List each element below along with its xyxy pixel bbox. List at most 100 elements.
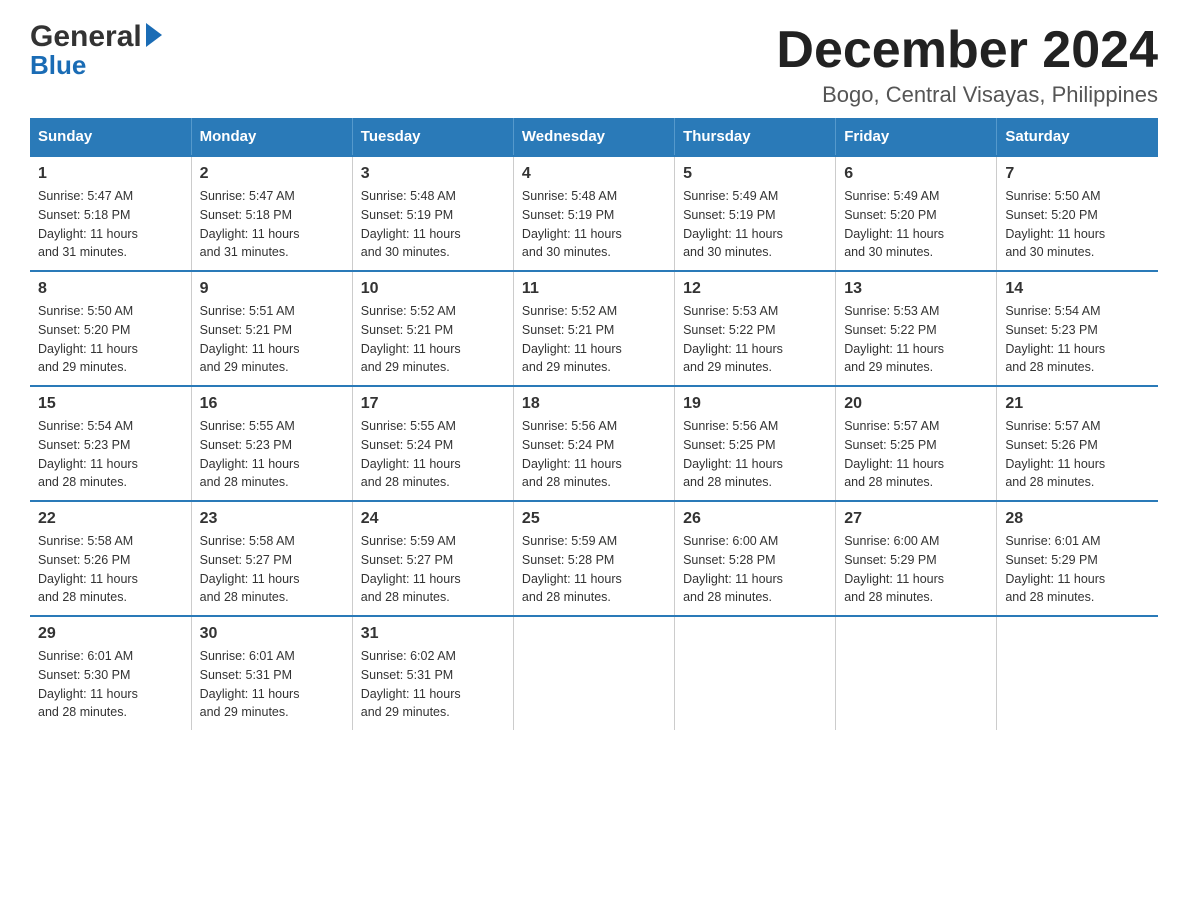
calendar-cell: 16 Sunrise: 5:55 AMSunset: 5:23 PMDayligh… [191, 386, 352, 501]
day-number: 8 [38, 280, 183, 298]
day-info: Sunrise: 5:53 AMSunset: 5:22 PMDaylight:… [683, 302, 827, 377]
page-title: December 2024 [776, 20, 1158, 80]
day-info: Sunrise: 5:50 AMSunset: 5:20 PMDaylight:… [38, 302, 183, 377]
day-number: 2 [200, 165, 344, 183]
calendar-cell: 23 Sunrise: 5:58 AMSunset: 5:27 PMDayligh… [191, 501, 352, 616]
day-info: Sunrise: 5:50 AMSunset: 5:20 PMDaylight:… [1005, 187, 1150, 262]
day-info: Sunrise: 5:56 AMSunset: 5:24 PMDaylight:… [522, 417, 666, 492]
day-number: 1 [38, 165, 183, 183]
calendar-cell [997, 616, 1158, 730]
day-info: Sunrise: 6:01 AMSunset: 5:30 PMDaylight:… [38, 647, 183, 722]
day-number: 10 [361, 280, 505, 298]
calendar-cell: 22 Sunrise: 5:58 AMSunset: 5:26 PMDayligh… [30, 501, 191, 616]
day-number: 31 [361, 625, 505, 643]
calendar-week-row: 22 Sunrise: 5:58 AMSunset: 5:26 PMDayligh… [30, 501, 1158, 616]
calendar-cell: 14 Sunrise: 5:54 AMSunset: 5:23 PMDayligh… [997, 271, 1158, 386]
day-info: Sunrise: 5:52 AMSunset: 5:21 PMDaylight:… [522, 302, 666, 377]
day-info: Sunrise: 5:49 AMSunset: 5:19 PMDaylight:… [683, 187, 827, 262]
day-info: Sunrise: 5:58 AMSunset: 5:27 PMDaylight:… [200, 532, 344, 607]
day-info: Sunrise: 5:53 AMSunset: 5:22 PMDaylight:… [844, 302, 988, 377]
day-info: Sunrise: 5:58 AMSunset: 5:26 PMDaylight:… [38, 532, 183, 607]
day-info: Sunrise: 6:00 AMSunset: 5:29 PMDaylight:… [844, 532, 988, 607]
day-number: 28 [1005, 510, 1150, 528]
calendar-cell: 8 Sunrise: 5:50 AMSunset: 5:20 PMDaylight… [30, 271, 191, 386]
day-info: Sunrise: 5:55 AMSunset: 5:24 PMDaylight:… [361, 417, 505, 492]
calendar-cell: 7Sunrise: 5:50 AMSunset: 5:20 PMDaylight… [997, 156, 1158, 271]
calendar-cell: 27 Sunrise: 6:00 AMSunset: 5:29 PMDayligh… [836, 501, 997, 616]
logo: General Blue [30, 20, 162, 81]
calendar-cell: 24Sunrise: 5:59 AMSunset: 5:27 PMDayligh… [352, 501, 513, 616]
calendar-cell: 28 Sunrise: 6:01 AMSunset: 5:29 PMDayligh… [997, 501, 1158, 616]
header-thursday: Thursday [675, 118, 836, 156]
day-info: Sunrise: 5:47 AMSunset: 5:18 PMDaylight:… [38, 187, 183, 262]
calendar-cell: 29Sunrise: 6:01 AMSunset: 5:30 PMDayligh… [30, 616, 191, 730]
calendar-cell: 13 Sunrise: 5:53 AMSunset: 5:22 PMDayligh… [836, 271, 997, 386]
day-number: 20 [844, 395, 988, 413]
calendar-cell: 6Sunrise: 5:49 AMSunset: 5:20 PMDaylight… [836, 156, 997, 271]
calendar-cell: 30Sunrise: 6:01 AMSunset: 5:31 PMDayligh… [191, 616, 352, 730]
day-info: Sunrise: 5:54 AMSunset: 5:23 PMDaylight:… [1005, 302, 1150, 377]
day-info: Sunrise: 5:59 AMSunset: 5:27 PMDaylight:… [361, 532, 505, 607]
day-number: 3 [361, 165, 505, 183]
day-info: Sunrise: 5:51 AMSunset: 5:21 PMDaylight:… [200, 302, 344, 377]
day-number: 9 [200, 280, 344, 298]
calendar-cell: 25Sunrise: 5:59 AMSunset: 5:28 PMDayligh… [513, 501, 674, 616]
day-number: 18 [522, 395, 666, 413]
calendar-cell [836, 616, 997, 730]
day-info: Sunrise: 5:54 AMSunset: 5:23 PMDaylight:… [38, 417, 183, 492]
day-number: 14 [1005, 280, 1150, 298]
calendar-cell [675, 616, 836, 730]
day-number: 12 [683, 280, 827, 298]
day-number: 21 [1005, 395, 1150, 413]
title-section: December 2024 Bogo, Central Visayas, Phi… [776, 20, 1158, 108]
calendar-cell: 5 Sunrise: 5:49 AMSunset: 5:19 PMDaylight… [675, 156, 836, 271]
calendar-cell: 26 Sunrise: 6:00 AMSunset: 5:28 PMDayligh… [675, 501, 836, 616]
day-info: Sunrise: 5:49 AMSunset: 5:20 PMDaylight:… [844, 187, 988, 262]
header-saturday: Saturday [997, 118, 1158, 156]
day-info: Sunrise: 5:52 AMSunset: 5:21 PMDaylight:… [361, 302, 505, 377]
day-number: 11 [522, 280, 666, 298]
logo-general: General [30, 20, 142, 54]
calendar-week-row: 8 Sunrise: 5:50 AMSunset: 5:20 PMDaylight… [30, 271, 1158, 386]
day-info: Sunrise: 5:56 AMSunset: 5:25 PMDaylight:… [683, 417, 827, 492]
header-tuesday: Tuesday [352, 118, 513, 156]
logo-arrow-icon [146, 23, 162, 47]
day-number: 13 [844, 280, 988, 298]
calendar-cell: 17 Sunrise: 5:55 AMSunset: 5:24 PMDayligh… [352, 386, 513, 501]
day-info: Sunrise: 6:00 AMSunset: 5:28 PMDaylight:… [683, 532, 827, 607]
calendar-cell: 3 Sunrise: 5:48 AMSunset: 5:19 PMDaylight… [352, 156, 513, 271]
calendar-table: SundayMondayTuesdayWednesdayThursdayFrid… [30, 118, 1158, 730]
day-info: Sunrise: 5:48 AMSunset: 5:19 PMDaylight:… [361, 187, 505, 262]
day-number: 26 [683, 510, 827, 528]
day-number: 17 [361, 395, 505, 413]
day-number: 22 [38, 510, 183, 528]
calendar-week-row: 15Sunrise: 5:54 AMSunset: 5:23 PMDayligh… [30, 386, 1158, 501]
day-number: 19 [683, 395, 827, 413]
day-info: Sunrise: 6:02 AMSunset: 5:31 PMDaylight:… [361, 647, 505, 722]
calendar-cell: 9 Sunrise: 5:51 AMSunset: 5:21 PMDaylight… [191, 271, 352, 386]
day-number: 27 [844, 510, 988, 528]
header-wednesday: Wednesday [513, 118, 674, 156]
calendar-cell [513, 616, 674, 730]
day-info: Sunrise: 5:55 AMSunset: 5:23 PMDaylight:… [200, 417, 344, 492]
calendar-cell: 21 Sunrise: 5:57 AMSunset: 5:26 PMDayligh… [997, 386, 1158, 501]
day-info: Sunrise: 5:57 AMSunset: 5:26 PMDaylight:… [1005, 417, 1150, 492]
day-number: 5 [683, 165, 827, 183]
calendar-cell: 12 Sunrise: 5:53 AMSunset: 5:22 PMDayligh… [675, 271, 836, 386]
header-monday: Monday [191, 118, 352, 156]
calendar-cell: 4Sunrise: 5:48 AMSunset: 5:19 PMDaylight… [513, 156, 674, 271]
calendar-cell: 1 Sunrise: 5:47 AMSunset: 5:18 PMDaylight… [30, 156, 191, 271]
day-number: 25 [522, 510, 666, 528]
day-info: Sunrise: 6:01 AMSunset: 5:31 PMDaylight:… [200, 647, 344, 722]
calendar-week-row: 29Sunrise: 6:01 AMSunset: 5:30 PMDayligh… [30, 616, 1158, 730]
calendar-cell: 19 Sunrise: 5:56 AMSunset: 5:25 PMDayligh… [675, 386, 836, 501]
day-number: 23 [200, 510, 344, 528]
calendar-cell: 2Sunrise: 5:47 AMSunset: 5:18 PMDaylight… [191, 156, 352, 271]
logo-blue: Blue [30, 50, 86, 81]
day-number: 16 [200, 395, 344, 413]
day-info: Sunrise: 6:01 AMSunset: 5:29 PMDaylight:… [1005, 532, 1150, 607]
page-subtitle: Bogo, Central Visayas, Philippines [776, 82, 1158, 108]
day-info: Sunrise: 5:48 AMSunset: 5:19 PMDaylight:… [522, 187, 666, 262]
calendar-cell: 20Sunrise: 5:57 AMSunset: 5:25 PMDayligh… [836, 386, 997, 501]
calendar-header-row: SundayMondayTuesdayWednesdayThursdayFrid… [30, 118, 1158, 156]
